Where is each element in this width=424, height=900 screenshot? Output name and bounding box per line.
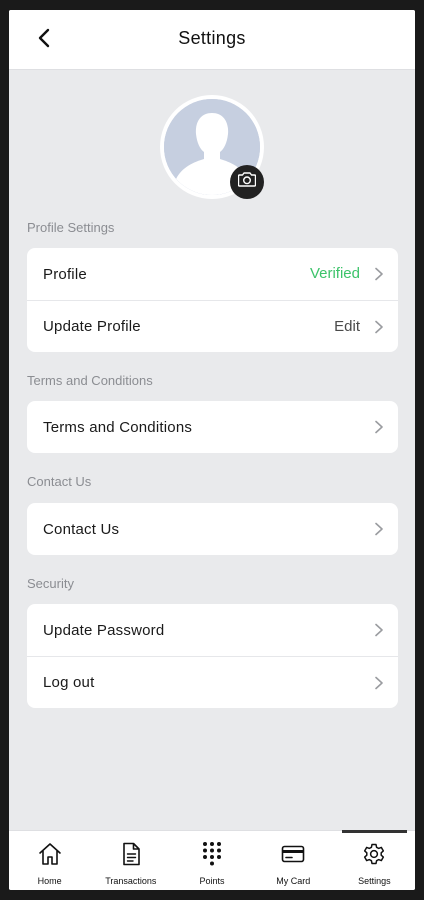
chevron-right-icon — [374, 522, 384, 536]
chevron-right-icon — [374, 676, 384, 690]
profile-avatar[interactable] — [160, 95, 264, 199]
change-photo-button[interactable] — [230, 165, 264, 199]
row-update-profile[interactable]: Update Profile Edit — [27, 300, 398, 352]
row-label: Update Password — [43, 621, 165, 639]
row-log-out[interactable]: Log out — [27, 656, 398, 708]
edit-link: Edit — [334, 318, 360, 335]
verified-status: Verified — [309, 265, 360, 282]
tab-label: Points — [199, 876, 225, 886]
chevron-right-icon — [374, 623, 384, 637]
row-label: Update Profile — [43, 318, 141, 335]
row-update-password[interactable]: Update Password — [27, 604, 398, 656]
tab-label: Settings — [358, 876, 391, 886]
section-label-contact: Contact Us — [27, 474, 92, 489]
tab-settings[interactable]: Settings — [334, 830, 415, 890]
tab-my-card[interactable]: My Card — [253, 831, 334, 890]
page-title: Settings — [178, 28, 246, 48]
section-label-profile-settings: Profile Settings — [27, 220, 115, 235]
row-label: Terms and Conditions — [43, 418, 193, 436]
contact-card: Contact Us — [27, 503, 398, 555]
tab-home[interactable]: Home — [9, 831, 90, 890]
tab-points[interactable]: Points — [171, 831, 252, 890]
row-label: Profile — [43, 265, 87, 283]
tab-label: Home — [37, 876, 62, 886]
gear-icon — [361, 841, 387, 872]
dots-grid-icon — [199, 841, 225, 872]
row-profile[interactable]: Profile Verified — [27, 248, 398, 300]
row-label: Contact Us — [43, 520, 120, 538]
tab-label: Transactions — [105, 876, 157, 886]
tab-transactions[interactable]: Transactions — [90, 831, 171, 890]
document-icon — [118, 841, 144, 872]
home-icon — [37, 841, 63, 872]
terms-card: Terms and Conditions — [27, 401, 398, 453]
profile-settings-card: Profile Verified Update Profile Edit — [27, 248, 398, 352]
camera-icon — [237, 172, 257, 192]
card-icon — [280, 841, 306, 872]
section-label-terms: Terms and Conditions — [27, 373, 153, 388]
tab-label: My Card — [276, 876, 311, 886]
security-card: Update Password Log out — [27, 604, 398, 708]
bottom-tab-bar: Home Transactions Points My Card Setting… — [9, 830, 415, 890]
row-contact-us[interactable]: Contact Us — [27, 503, 398, 555]
section-label-security: Security — [27, 576, 74, 591]
row-terms-and-conditions[interactable]: Terms and Conditions — [27, 401, 398, 453]
chevron-right-icon — [374, 320, 384, 334]
chevron-right-icon — [374, 267, 384, 281]
chevron-right-icon — [374, 420, 384, 434]
row-label: Log out — [43, 674, 95, 691]
settings-screen: Settings Profile Settings Profile Verifi… — [9, 10, 415, 890]
header-bar: Settings — [9, 10, 415, 70]
